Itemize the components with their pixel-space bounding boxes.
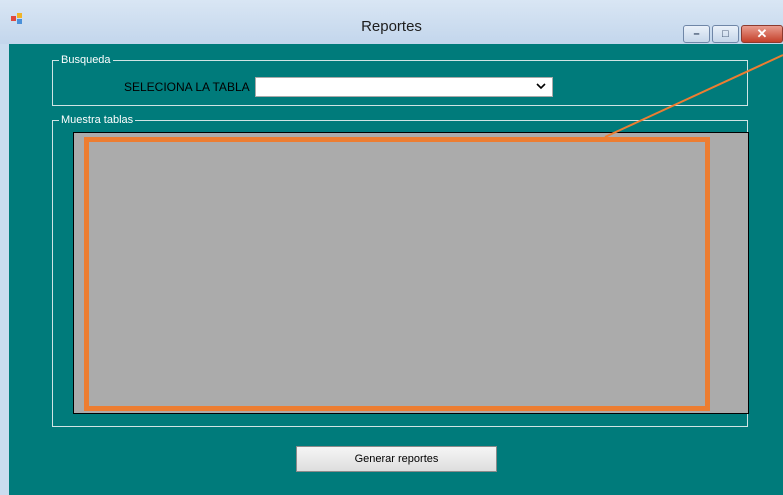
tabla-label: SELECIONA LA TABLA — [124, 80, 250, 94]
highlight-box — [84, 137, 710, 411]
muestra-tablas-legend: Muestra tablas — [59, 113, 136, 127]
minimize-icon: – — [693, 28, 700, 40]
maximize-icon: □ — [722, 28, 729, 40]
tabla-select[interactable] — [255, 77, 553, 97]
busqueda-legend: Busqueda — [59, 53, 113, 67]
title-bar[interactable]: Reportes – □ ✕ — [0, 0, 783, 44]
chevron-down-icon[interactable] — [536, 81, 546, 91]
generar-reportes-button[interactable]: Generar reportes — [296, 446, 497, 472]
minimize-button[interactable]: – — [683, 25, 710, 43]
reportes-window: Reportes – □ ✕ Busqueda SELECIONA LA TAB… — [0, 0, 783, 495]
form-client-area: Busqueda SELECIONA LA TABLA Muestra tabl… — [9, 44, 783, 495]
muestra-tablas-groupbox: Muestra tablas — [52, 113, 749, 427]
window-title: Reportes — [361, 18, 422, 35]
maximize-button[interactable]: □ — [712, 25, 739, 43]
close-icon: ✕ — [756, 26, 768, 41]
close-button[interactable]: ✕ — [741, 25, 783, 43]
busqueda-groupbox: Busqueda SELECIONA LA TABLA — [52, 53, 748, 106]
